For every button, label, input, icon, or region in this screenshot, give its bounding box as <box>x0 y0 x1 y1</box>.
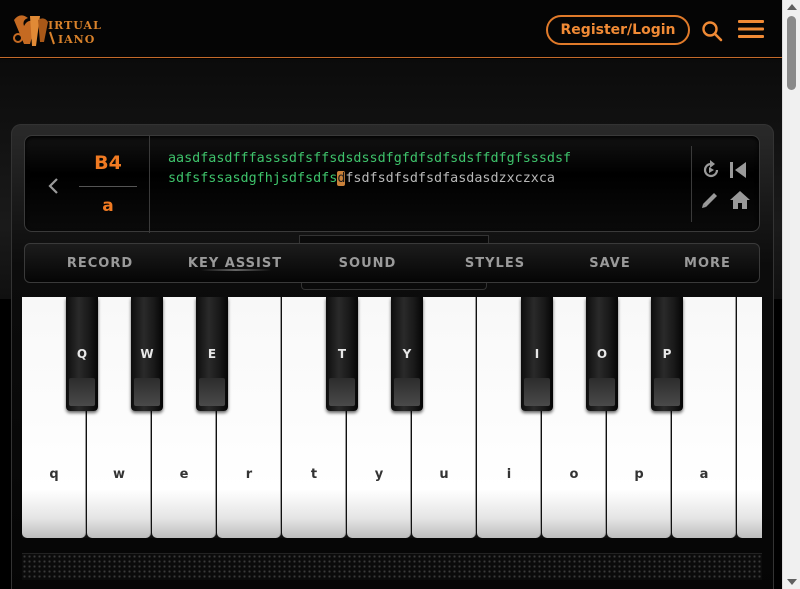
black-key-label: T <box>337 347 347 361</box>
sheet-display: B4 a aasdfasdfffasssdfsffsdsdssdfgfdfsdf… <box>24 135 760 233</box>
tab-key-assist[interactable]: KEY ASSIST <box>170 244 300 282</box>
key-assist-underline <box>201 269 271 271</box>
black-key-label: Q <box>76 347 88 361</box>
scroll-thumb[interactable] <box>787 16 796 90</box>
scroll-up-arrow-icon[interactable] <box>787 4 797 10</box>
page-scrollbar[interactable] <box>782 0 800 589</box>
tab-record[interactable]: RECORD <box>45 244 155 282</box>
white-key-partial[interactable] <box>737 297 762 538</box>
scroll-down-arrow-icon[interactable] <box>787 579 797 585</box>
black-key-Y[interactable]: Y <box>391 297 423 411</box>
current-note-box: B4 a <box>67 136 150 233</box>
top-header: IRTUAL IANO Register/Login <box>0 0 782 58</box>
sheet-line1: aasdfasdfffasssdfsffsdsdssdfgfdfsdfsdsff… <box>168 151 572 166</box>
black-key-label: I <box>534 347 540 361</box>
white-key-label: i <box>506 467 512 482</box>
pencil-icon[interactable] <box>699 189 721 211</box>
piano-keyboard: q w e r t y u i o p a Q W E T Y I O P <box>22 297 762 538</box>
skip-start-icon[interactable] <box>727 159 749 181</box>
white-key-label: a <box>699 467 709 482</box>
black-key-I[interactable]: I <box>521 297 553 411</box>
logo-text-virtual: IRTUAL <box>48 19 102 32</box>
white-key-label: y <box>374 467 384 482</box>
white-key-label: e <box>179 467 189 482</box>
sheet-line2-upcoming: fsdfsdfsdfsdfasdasdzxczxca <box>345 171 555 186</box>
tab-more[interactable]: MORE <box>665 244 750 282</box>
black-key-T[interactable]: T <box>326 297 358 411</box>
black-key-P[interactable]: P <box>651 297 683 411</box>
white-key-label: w <box>112 467 125 482</box>
control-divider <box>691 146 692 222</box>
music-sheet-text: aasdfasdfffasssdfsffsdsdssdfgfdfsdfsdsff… <box>168 149 688 189</box>
toolbar-notch-bottom <box>301 283 487 290</box>
black-key-label: Y <box>402 347 412 361</box>
black-key-label: W <box>140 347 154 361</box>
tab-save[interactable]: SAVE <box>560 244 660 282</box>
note-name: B4 <box>94 152 122 174</box>
white-key-label: p <box>634 467 644 482</box>
white-key-label: q <box>49 467 59 482</box>
white-key-label: o <box>569 467 579 482</box>
black-key-E[interactable]: E <box>196 297 228 411</box>
virtual-piano-app: IRTUAL IANO Register/Login B4 a aasdfasd… <box>0 0 782 589</box>
search-icon[interactable] <box>701 20 723 42</box>
sheet-line2-played: sdfsfssasdgfhjsdfsdfs <box>168 171 338 186</box>
white-key-label: t <box>310 467 318 482</box>
speaker-grille <box>22 553 762 580</box>
white-key-label: u <box>439 467 449 482</box>
black-key-Q[interactable]: Q <box>66 297 98 411</box>
home-icon[interactable] <box>729 189 751 211</box>
register-login-button[interactable]: Register/Login <box>546 15 690 45</box>
black-key-W[interactable]: W <box>131 297 163 411</box>
toolbar: RECORD KEY ASSIST SOUND STYLES SAVE MORE <box>24 243 760 283</box>
black-key-label: E <box>207 347 217 361</box>
tab-sound[interactable]: SOUND <box>315 244 420 282</box>
replay-icon[interactable] <box>700 159 722 181</box>
menu-icon[interactable] <box>738 19 764 39</box>
white-key-label: r <box>245 467 253 482</box>
note-key: a <box>102 196 114 216</box>
black-key-O[interactable]: O <box>586 297 618 411</box>
tab-styles[interactable]: STYLES <box>435 244 555 282</box>
black-key-label: P <box>662 347 672 361</box>
site-logo[interactable]: IRTUAL IANO <box>10 8 106 52</box>
black-key-label: O <box>596 347 608 361</box>
chevron-left-icon[interactable] <box>47 176 61 196</box>
note-divider <box>79 186 137 187</box>
logo-text-piano: IANO <box>58 33 96 46</box>
